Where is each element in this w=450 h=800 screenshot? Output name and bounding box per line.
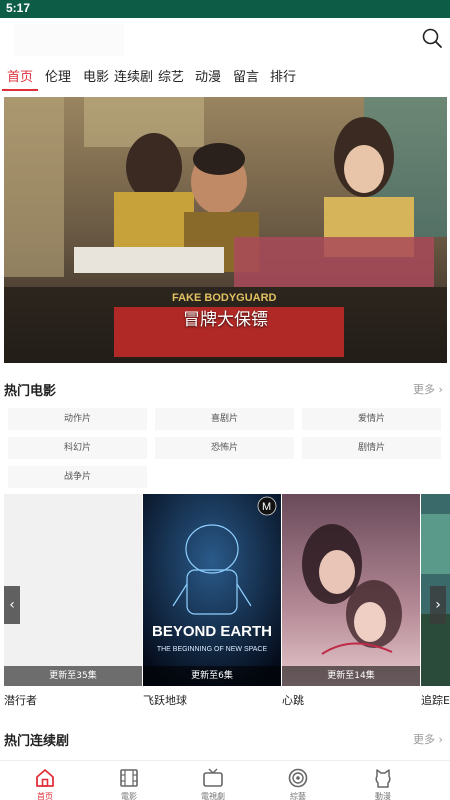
movie-title[interactable]: 心跳	[282, 692, 304, 708]
banner-caption: 冒牌大保镖	[183, 310, 268, 330]
bottom-nav: 首页 電影 電視劇 綜藝 動漫	[0, 760, 450, 800]
bottom-nav-label: 動漫	[375, 792, 391, 800]
bottom-nav-anime[interactable]: 動漫	[338, 761, 428, 800]
section-title: 热门电影	[4, 384, 57, 399]
more-label: 更多	[413, 383, 435, 396]
category-tabs: 首页 伦理 电影 连续剧 综艺 动漫 留言 排行	[0, 60, 450, 92]
bottom-nav-label: 電視劇	[201, 792, 225, 800]
more-link[interactable]: 更多 ›	[413, 381, 443, 397]
more-label: 更多	[413, 733, 435, 746]
svg-text:M: M	[262, 501, 271, 513]
tab-anime[interactable]: 动漫	[195, 66, 221, 85]
bottom-nav-tv[interactable]: 電視劇	[168, 761, 258, 800]
poster-title-line1: BEYOND EARTH	[152, 623, 272, 640]
banner-poster-text: FAKE BODYGUARD	[172, 292, 277, 304]
film-icon	[120, 769, 138, 787]
movie-card[interactable]: M BEYOND EARTH THE BEGINNING OF NEW SPAC…	[143, 494, 281, 686]
tab-home[interactable]: 首页	[7, 66, 33, 85]
genre-action[interactable]: 动作片	[8, 408, 147, 430]
genre-drama[interactable]: 剧情片	[302, 437, 441, 459]
genre-romance[interactable]: 爱情片	[302, 408, 441, 430]
home-icon	[36, 769, 54, 787]
section-title: 热门连续剧	[4, 734, 70, 749]
carousel-prev-button[interactable]: ‹	[4, 586, 20, 624]
tab-ranking[interactable]: 排行	[270, 66, 296, 85]
poster-image: M BEYOND EARTH THE BEGINNING OF NEW SPAC…	[143, 494, 281, 686]
movie-title[interactable]: 追踪E	[421, 692, 450, 708]
genre-scifi[interactable]: 科幻片	[8, 437, 147, 459]
featured-banner[interactable]: FAKE BODYGUARD 冒牌大保镖	[4, 97, 447, 363]
episode-badge: 更新至14集	[282, 666, 420, 686]
movie-card[interactable]: 更新至35集	[4, 494, 142, 686]
bottom-nav-label: 綜藝	[290, 792, 306, 800]
site-logo[interactable]	[14, 24, 124, 56]
bottom-nav-home[interactable]: 首页	[0, 761, 90, 800]
tab-variety[interactable]: 综艺	[158, 66, 184, 85]
poster-placeholder	[4, 494, 142, 686]
active-tab-indicator	[2, 89, 38, 91]
tab-movies[interactable]: 电影	[83, 66, 109, 85]
more-link[interactable]: 更多 ›	[413, 731, 443, 747]
movie-carousel[interactable]: 更新至35集 潜行者 M BEYOND EARTH THE BEGINNING …	[0, 494, 450, 714]
search-button[interactable]	[420, 26, 444, 50]
status-bar: 5:17	[0, 0, 450, 18]
bottom-nav-movies[interactable]: 電影	[84, 761, 174, 800]
episode-badge: 更新至35集	[4, 666, 142, 686]
genre-horror[interactable]: 恐怖片	[155, 437, 294, 459]
status-time: 5:17	[6, 1, 31, 15]
poster-image	[282, 494, 420, 686]
movie-title[interactable]: 潜行者	[4, 692, 37, 708]
tab-messages[interactable]: 留言	[233, 66, 259, 85]
tab-ethics[interactable]: 伦理	[45, 66, 71, 85]
genre-comedy[interactable]: 喜剧片	[155, 408, 294, 430]
hot-movies-header: 热门电影 更多 ›	[0, 378, 450, 400]
genre-war[interactable]: 战争片	[8, 466, 147, 488]
top-bar	[0, 18, 450, 60]
anime-icon	[375, 769, 391, 788]
bottom-nav-variety[interactable]: 綜藝	[253, 761, 343, 800]
movie-title[interactable]: 飞跃地球	[143, 692, 187, 708]
episode-badge: 更新至6集	[143, 666, 281, 686]
bottom-nav-label: 電影	[121, 792, 137, 800]
tv-icon	[203, 768, 223, 787]
chevron-left-icon: ‹	[9, 597, 15, 613]
carousel-next-button[interactable]: ›	[430, 586, 446, 624]
search-icon	[422, 28, 442, 48]
tab-series[interactable]: 连续剧	[114, 66, 153, 85]
movie-card[interactable]: 更新至14集	[282, 494, 420, 686]
poster-title-line2: THE BEGINNING OF NEW SPACE	[157, 646, 268, 653]
bottom-nav-label: 首页	[37, 792, 53, 800]
variety-icon	[288, 768, 308, 788]
chevron-right-icon: ›	[435, 597, 441, 613]
hot-series-header: 热门连续剧 更多 ›	[0, 728, 450, 750]
